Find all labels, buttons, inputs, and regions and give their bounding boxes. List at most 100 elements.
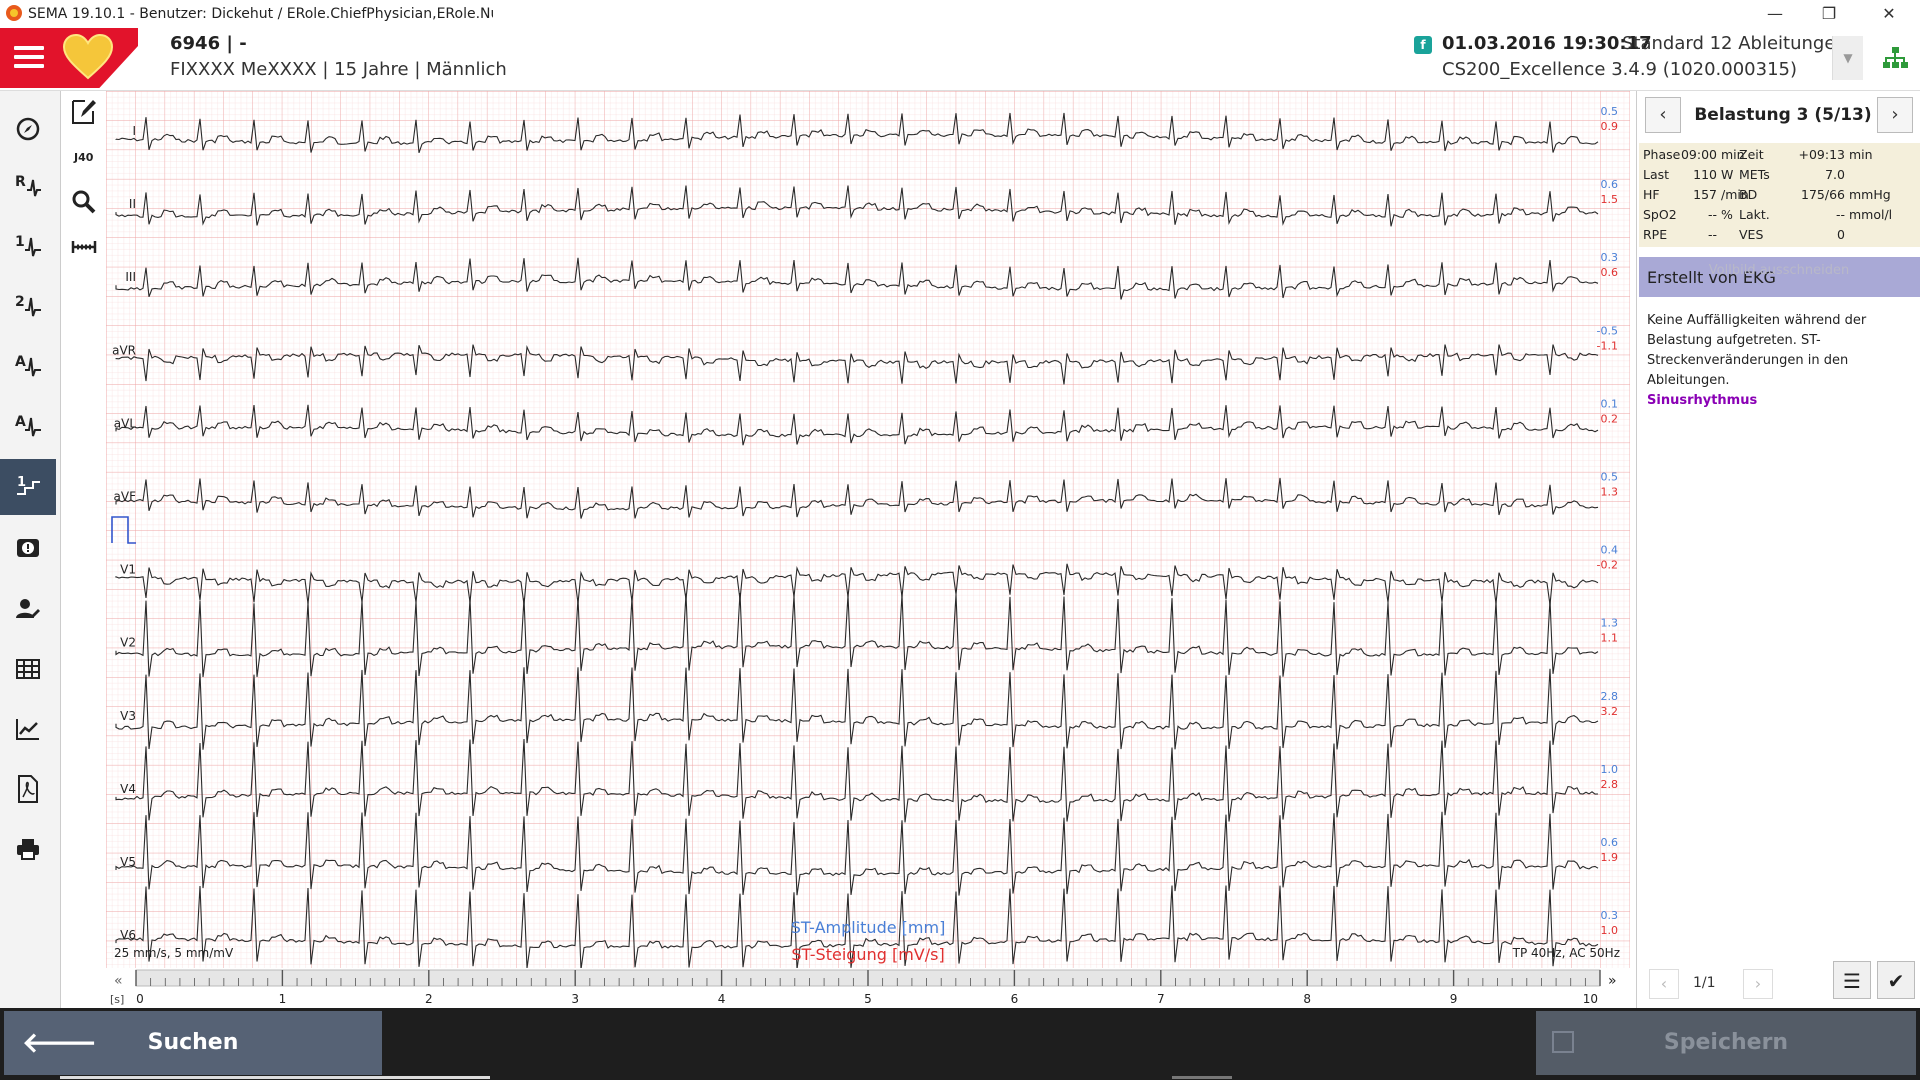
lead-label: V5 bbox=[120, 855, 136, 869]
st-amplitude-value: 0.3 bbox=[1601, 909, 1619, 922]
close-button[interactable]: ✕ bbox=[1866, 0, 1912, 28]
caliper-icon[interactable] bbox=[71, 237, 97, 257]
comment-text: Keine Auffälligkeiten während der Belast… bbox=[1647, 313, 1867, 388]
resting-ecg-icon[interactable]: R bbox=[0, 157, 56, 213]
stat-unit: % bbox=[1721, 207, 1733, 222]
svg-text:2: 2 bbox=[15, 294, 25, 310]
patient-id: 6946 | - bbox=[170, 33, 247, 54]
stat-value2: -- bbox=[1835, 207, 1845, 222]
st-slope-value: 1.1 bbox=[1601, 632, 1619, 645]
ecg-chart[interactable]: I 0.5 0.9 II 0.6 1.5 III 0.3 0.6 aVR -0.5 -1.1 aVL 0.… bbox=[106, 91, 1630, 968]
svg-text:A: A bbox=[15, 414, 26, 430]
findings-text[interactable]: Keine Auffälligkeiten während der Belast… bbox=[1647, 311, 1915, 411]
stat-label: RPE bbox=[1643, 227, 1668, 242]
list-icon[interactable]: ☰ bbox=[1833, 961, 1871, 999]
st-amplitude-value: 0.6 bbox=[1601, 178, 1619, 191]
st-amplitude-value: 0.4 bbox=[1601, 544, 1619, 557]
st-slope-value: 1.3 bbox=[1601, 486, 1619, 499]
minimize-button[interactable]: — bbox=[1752, 0, 1798, 28]
stat-unit2: mmHg bbox=[1849, 187, 1891, 202]
svg-text:1: 1 bbox=[15, 234, 25, 250]
app-icon bbox=[6, 5, 22, 21]
lead-label: V2 bbox=[120, 636, 136, 650]
st-amplitude-value: 1.0 bbox=[1601, 763, 1619, 776]
st-slope-value: 3.2 bbox=[1601, 705, 1619, 718]
compass-icon[interactable] bbox=[0, 101, 56, 157]
st-amplitude-value: 0.1 bbox=[1601, 397, 1619, 410]
average-2-icon[interactable]: A bbox=[0, 397, 56, 453]
stat-label: SpO2 bbox=[1643, 207, 1677, 222]
annotate-icon[interactable] bbox=[71, 97, 97, 127]
stat-value: -- bbox=[1707, 207, 1717, 222]
save-button[interactable]: Speichern bbox=[1536, 1011, 1916, 1075]
time-tick-label: 2 bbox=[425, 992, 433, 1006]
st-slope-value: 0.9 bbox=[1601, 120, 1619, 133]
lead-label: aVF bbox=[114, 490, 137, 504]
average-1-icon[interactable]: A bbox=[0, 337, 56, 393]
trend-chart-icon[interactable] bbox=[0, 701, 56, 757]
network-icon[interactable] bbox=[1882, 46, 1908, 70]
svg-text:R: R bbox=[15, 174, 26, 190]
st-amplitude-value: 2.8 bbox=[1601, 690, 1619, 703]
st-slope-value: -1.1 bbox=[1597, 339, 1618, 352]
time-tick-label: 6 bbox=[1011, 992, 1019, 1006]
time-tick-label: 7 bbox=[1157, 992, 1165, 1006]
cut-fullscreen-label[interactable]: Vollbild ausschneiden bbox=[1637, 263, 1920, 278]
st-slope-value: -0.2 bbox=[1597, 559, 1618, 572]
scroll-left-icon[interactable]: « bbox=[114, 973, 123, 989]
bottom-bar: 🡐 Suchen Speichern bbox=[0, 1008, 1920, 1080]
stat-label2: Zeit bbox=[1739, 147, 1764, 162]
stage-panel: ‹ Belastung 3 (5/13) › Phase 09:00 min Zeit… bbox=[1636, 91, 1920, 1008]
table-icon[interactable] bbox=[0, 641, 56, 697]
stress-ecg-icon[interactable]: 1 bbox=[0, 459, 56, 515]
scroll-right-icon[interactable]: » bbox=[1608, 973, 1617, 989]
ecg-1-icon[interactable]: 1 bbox=[0, 217, 56, 273]
next-stage-button[interactable]: › bbox=[1877, 97, 1913, 133]
zoom-icon[interactable] bbox=[71, 189, 97, 215]
search-button[interactable]: 🡐 Suchen bbox=[4, 1011, 382, 1075]
print-icon[interactable] bbox=[0, 821, 56, 877]
lead-mode: Standard 12 Ableitungen bbox=[1622, 33, 1847, 54]
st-amplitude-value: 0.5 bbox=[1601, 471, 1619, 484]
tool-column: J40 bbox=[63, 91, 105, 971]
speed-label: 25 mm/s, 5 mm/mV bbox=[114, 946, 234, 960]
window-title: SEMA 19.10.1 - Benutzer: Dickehut / ERol… bbox=[28, 6, 493, 22]
maximize-button[interactable]: ❐ bbox=[1806, 0, 1852, 28]
page-prev-button[interactable]: ‹ bbox=[1649, 969, 1679, 999]
patient-info: FIXXXX MeXXXX | 15 Jahre | Männlich bbox=[170, 59, 507, 80]
st-slope-legend: ST-Steigung [mV/s] bbox=[791, 945, 944, 964]
scroll-indicator bbox=[60, 1076, 490, 1079]
stat-label: Phase bbox=[1643, 147, 1681, 162]
user-edit-icon[interactable] bbox=[0, 581, 56, 637]
time-tick-label: 8 bbox=[1303, 992, 1311, 1006]
pdf-icon[interactable] bbox=[0, 761, 56, 817]
previous-stage-button[interactable]: ‹ bbox=[1645, 97, 1681, 133]
stat-label: HF bbox=[1643, 187, 1660, 202]
ecg-2-icon[interactable]: 2 bbox=[0, 277, 56, 333]
time-tick-label: 0 bbox=[136, 992, 144, 1006]
header: 6946 | - FIXXXX MeXXXX | 15 Jahre | Männ… bbox=[0, 28, 1920, 91]
st-amplitude-value: -0.5 bbox=[1597, 324, 1618, 337]
svg-text:A: A bbox=[15, 354, 26, 370]
exam-datetime: 01.03.2016 19:30:17 bbox=[1442, 33, 1652, 54]
time-tick-label: 4 bbox=[718, 992, 726, 1006]
chevron-down-icon[interactable]: ▼ bbox=[1832, 36, 1863, 80]
title-bar: SEMA 19.10.1 - Benutzer: Dickehut / ERol… bbox=[0, 0, 1920, 28]
checkmark-icon[interactable]: ✔ bbox=[1877, 961, 1915, 999]
time-unit-label: [s] bbox=[110, 993, 124, 1006]
scroll-indicator-2 bbox=[1172, 1076, 1232, 1079]
alert-icon[interactable] bbox=[0, 520, 56, 576]
filter-label[interactable]: J40 bbox=[74, 151, 93, 164]
time-tick-label: 5 bbox=[864, 992, 872, 1006]
time-ruler[interactable]: 0 1 2 3 4 5 6 7 8 9 10 « » [s] bbox=[106, 968, 1630, 1008]
st-slope-value: 1.0 bbox=[1601, 924, 1619, 937]
stat-value2: 0 bbox=[1837, 227, 1845, 242]
page-next-button[interactable]: › bbox=[1743, 969, 1773, 999]
menu-button[interactable] bbox=[14, 46, 44, 70]
lead-label: II bbox=[129, 197, 136, 211]
stat-unit: W bbox=[1721, 167, 1734, 182]
st-slope-value: 1.9 bbox=[1601, 851, 1619, 864]
time-tick-label: 3 bbox=[571, 992, 579, 1006]
stat-value: -- bbox=[1707, 227, 1717, 242]
stat-label2: Lakt. bbox=[1739, 207, 1770, 222]
